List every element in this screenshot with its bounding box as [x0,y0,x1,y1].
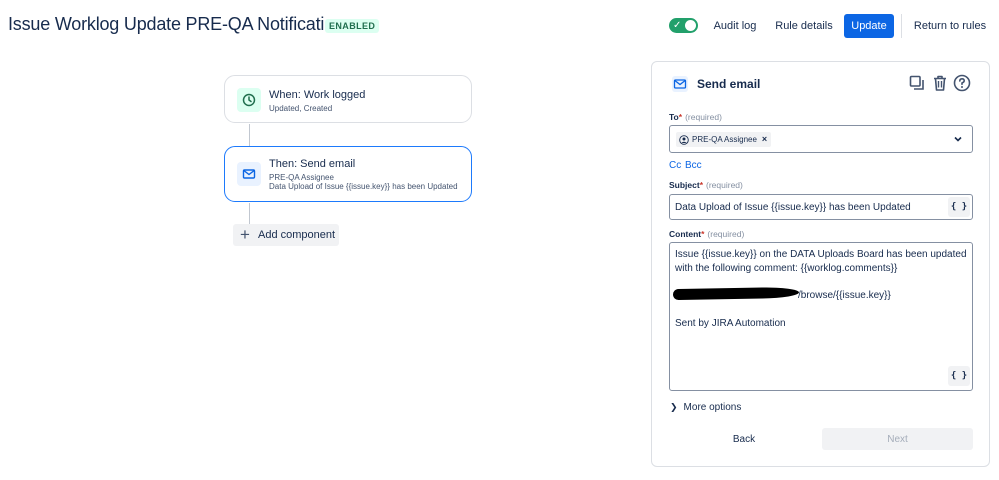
subject-input[interactable]: Data Upload of Issue {{issue.key}} has b… [669,194,973,220]
action-title: Then: Send email [269,158,356,170]
to-recipients-select[interactable]: PRE-QA Assignee × [669,125,973,153]
content-line-3: /browse/{{issue.key}} [798,290,891,301]
next-button[interactable]: Next [822,428,973,450]
update-button[interactable]: Update [844,14,894,38]
header-divider [901,14,902,38]
toggle-knob [685,20,696,31]
panel-title: Send email [697,77,761,91]
to-label: To* (required) [669,112,722,122]
rule-enabled-toggle[interactable]: ✓ [669,18,698,33]
action-line-1: PRE-QA Assignee [269,173,334,182]
bcc-link[interactable]: Bcc [685,160,702,171]
help-icon[interactable] [952,73,972,93]
send-email-panel: Send email To* (required) PRE-QA Assigne… [651,61,990,467]
plus-icon: + [240,225,250,244]
content-line-4: Sent by JIRA Automation [675,318,786,329]
duplicate-icon[interactable] [907,73,927,93]
trigger-card[interactable]: When: Work logged Updated, Created [224,75,472,123]
flow-connector [249,203,250,224]
action-card[interactable]: Then: Send email PRE-QA Assignee Data Up… [224,146,472,202]
rule-header: Issue Worklog Update PRE-QA Notification… [0,0,999,50]
trigger-subtitle: Updated, Created [269,104,333,113]
back-button[interactable]: Back [669,428,819,450]
mail-icon [237,162,261,186]
chevron-down-icon[interactable] [952,133,964,145]
recipient-chip: PRE-QA Assignee × [676,132,772,147]
add-component-label: Add component [258,229,336,241]
cc-link[interactable]: Cc [669,160,681,171]
redacted-url [672,286,800,301]
trash-icon[interactable] [930,73,950,93]
mail-icon [672,76,688,92]
clock-icon [237,88,261,112]
check-icon: ✓ [673,20,682,31]
flow-connector [249,124,250,146]
status-badge: ENABLED [325,19,380,33]
subject-value: Data Upload of Issue {{issue.key}} has b… [675,202,911,213]
audit-log-button[interactable]: Audit log [708,14,762,38]
subject-smart-value-button[interactable]: { } [948,197,970,217]
return-to-rules-button[interactable]: Return to rules [910,14,990,38]
page-title: Issue Worklog Update PRE-QA Notification [8,14,344,34]
chevron-right-icon: ❯ [670,402,678,412]
rule-details-button[interactable]: Rule details [772,14,836,38]
content-textarea[interactable]: Issue {{issue.key}} on the DATA Uploads … [669,242,973,391]
trigger-title: When: Work logged [269,89,366,101]
content-label: Content* (required) [669,229,745,239]
user-icon [679,134,689,145]
remove-chip-icon[interactable]: × [762,132,767,147]
content-line-2: with the following comment: {{worklog.co… [675,263,898,274]
subject-label: Subject* (required) [669,180,743,190]
add-component-button[interactable]: + Add component [233,224,339,246]
action-line-2: Data Upload of Issue {{issue.key}} has b… [269,182,458,191]
content-line-1: Issue {{issue.key}} on the DATA Uploads … [675,249,967,260]
more-options-toggle[interactable]: ❯ More options [670,402,741,413]
content-smart-value-button[interactable]: { } [948,366,970,386]
